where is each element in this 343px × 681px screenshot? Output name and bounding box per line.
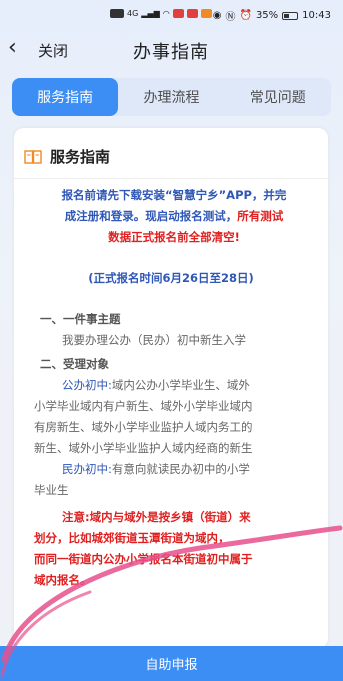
notification-red-icon-2 [186,9,198,18]
network-indicator: 4G [127,9,139,18]
private-line-2: 毕业生 [34,483,69,497]
public-label: 公办初中: [62,378,112,392]
notice-line-2b: 所有测试 [237,209,284,223]
tab-service-guide[interactable]: 服务指南 [12,78,119,116]
note-line-3: 而同一街道内公办小学报名本街道初中属于 [34,552,253,566]
battery-icon [282,11,299,20]
battery-percent: 35% [255,10,279,21]
book-icon [24,149,42,164]
eye-icon: ◉ [212,10,222,21]
section-2-heading: 二、受理对象 [40,357,109,371]
private-line-1: 民办初中:有意向就读民办初中的小学 [34,459,318,480]
public-line-2: 小学毕业域内有户新生、域外小学毕业域内 [34,399,253,413]
tab-bar: 服务指南 办理流程 常见问题 [12,78,331,116]
hd-icon [110,9,124,18]
registration-time: (正式报名时间6月26日至28日) [88,271,254,285]
wifi-icon: ◠ [162,9,170,18]
signal-icon: ▂▄▆ [141,9,160,18]
tab-process[interactable]: 办理流程 [118,78,224,116]
notice-line-1: 报名前请先下载安装“智慧宁乡”APP，并完 [61,188,287,202]
clock-time: 10:43 [302,10,331,21]
private-text-1: 有意向就读民办初中的小学 [111,462,250,476]
back-chevron-icon[interactable]: ‹ [8,36,17,60]
section-2-body: 公办初中:域内公办小学毕业生、域外 小学毕业域内有户新生、域外小学毕业域内 有房… [34,375,318,591]
notification-red-icon [172,9,184,18]
alarm-icon: ⏰ [239,10,252,21]
private-label: 民办初中: [62,462,112,476]
self-apply-button[interactable]: 自助申报 [0,646,343,681]
divider [14,178,328,179]
public-line-1: 公办初中:域内公办小学毕业生、域外 [34,375,318,396]
note-text-1: 域内与域外是按乡镇（街道）来 [89,510,251,524]
section-1-heading: 一、一件事主题 [40,312,121,326]
status-bar: 4G ▂▄▆ ◠ ◉ Ⓝ ⏰ 35% 10:43 [0,0,343,28]
card-header: 服务指南 [24,146,110,167]
note-label: 注意: [62,510,90,524]
close-button[interactable]: 关闭 [38,40,68,61]
status-left-icons: 4G ▂▄▆ ◠ [110,9,212,18]
note-line-2: 划分，比如城郊街道玉潭街道为域内， [34,531,230,545]
status-right-icons: ◉ Ⓝ ⏰ 35% 10:43 [213,8,331,23]
notice-text: 报名前请先下载安装“智慧宁乡”APP，并完 成注册和登录。现启动报名测试，所有测… [36,185,312,248]
notice-line-3: 数据正式报名前全部清空! [108,230,240,244]
guide-card: 服务指南 报名前请先下载安装“智慧宁乡”APP，并完 成注册和登录。现启动报名测… [14,128,328,648]
nfc-icon: Ⓝ [225,12,236,23]
header: ‹ 关闭 办事指南 [0,32,343,68]
notification-orange-icon [200,9,212,18]
note-line-1: 注意:域内与域外是按乡镇（街道）来 [34,507,318,528]
public-line-4: 新生、域外小学毕业监护人域内经商的新生 [34,441,253,455]
notice-line-2: 成注册和登录。现启动报名测试，所有测试 [36,206,312,227]
section-1-text: 我要办理公办（民办）初中新生入学 [62,333,246,347]
card-title: 服务指南 [50,148,111,166]
public-line-3: 有房新生、域外小学毕业监护人域内务工的 [34,420,253,434]
note-line-4: 域内报名。 [34,573,92,587]
notice-line-2a: 成注册和登录。现启动报名测试， [64,209,238,223]
section-1-text-wrap: 我要办理公办（民办）初中新生入学 [34,330,318,351]
tab-faq[interactable]: 常见问题 [225,78,331,116]
page-title: 办事指南 [133,42,209,63]
public-text-1: 域内公办小学毕业生、域外 [111,378,250,392]
